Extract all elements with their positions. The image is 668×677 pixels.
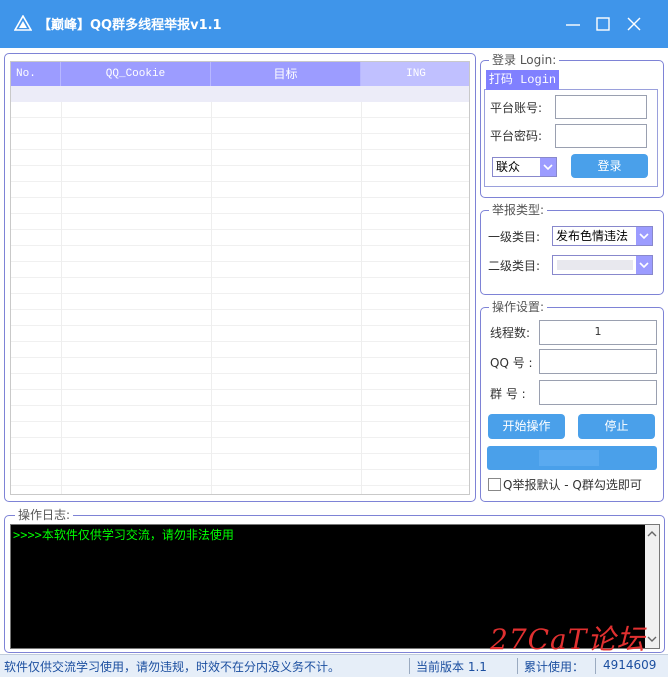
table-row[interactable] <box>11 86 469 102</box>
column-header-cookie[interactable]: QQ_Cookie <box>61 62 211 86</box>
column-header-no[interactable]: No. <box>11 62 61 86</box>
watermark-text: 27CaT论坛 <box>490 623 646 656</box>
default-report-checkbox[interactable] <box>488 478 501 491</box>
account-input[interactable] <box>555 95 647 119</box>
status-usage-count: 4914609 <box>603 658 657 672</box>
level1-selected-value: 发布色情违法 <box>556 229 629 243</box>
status-usage-label: 累计使用： <box>524 660 585 674</box>
chevron-down-icon[interactable] <box>540 158 556 176</box>
title-bar: 【巅峰】QQ群多线程举报v1.1 <box>0 0 668 48</box>
window-title: 【巅峰】QQ群多线程举报v1.1 <box>38 18 222 33</box>
column-header-ing[interactable]: ING <box>361 62 469 86</box>
qq-number-input[interactable] <box>539 349 657 374</box>
start-button[interactable]: 开始操作 <box>488 414 565 439</box>
platform-select[interactable]: 联众 <box>492 157 557 177</box>
forum-watermark: 27CaT论坛 <box>490 618 660 656</box>
chevron-down-icon[interactable] <box>636 256 652 274</box>
maximize-icon[interactable] <box>591 12 615 36</box>
report-type-title: 举报类型: <box>489 202 548 218</box>
password-label: 平台密码: <box>490 129 543 143</box>
login-group-title: 登录 Login: <box>489 52 560 68</box>
threads-label: 线程数: <box>490 326 531 340</box>
progress-bar <box>487 446 657 470</box>
level2-select[interactable] <box>552 255 653 275</box>
password-input[interactable] <box>555 124 647 148</box>
login-button[interactable]: 登录 <box>571 154 648 178</box>
status-separator <box>595 658 596 674</box>
progress-fill <box>539 450 599 466</box>
stop-button[interactable]: 停止 <box>578 414 655 439</box>
column-header-target[interactable]: 目标 <box>211 62 361 86</box>
level1-select[interactable]: 发布色情违法 <box>552 226 653 246</box>
report-type-group: 举报类型: <box>480 202 664 295</box>
status-separator <box>517 658 518 674</box>
group-number-label: 群 号 : <box>490 387 526 401</box>
status-bar: 软件仅供交流学习使用，请勿违规，时效不在分内没义务不计。 当前版本 1.1 累计… <box>0 654 668 677</box>
account-label: 平台账号: <box>490 101 543 115</box>
log-group-title: 操作日志: <box>15 507 74 523</box>
close-icon[interactable] <box>622 12 646 36</box>
status-separator <box>409 658 410 674</box>
operation-group-title: 操作设置: <box>489 299 548 315</box>
minimize-icon[interactable] <box>561 12 585 36</box>
threads-input[interactable]: 1 <box>539 320 657 345</box>
status-version: 当前版本 1.1 <box>416 660 487 674</box>
level2-placeholder-bar <box>557 260 633 270</box>
scroll-up-icon[interactable] <box>645 527 659 541</box>
status-disclaimer: 软件仅供交流学习使用，请勿违规，时效不在分内没义务不计。 <box>4 660 341 674</box>
table-body[interactable] <box>11 86 469 494</box>
group-number-input[interactable] <box>539 380 657 405</box>
log-line: >>>>本软件仅供学习交流，请勿非法使用 <box>13 528 234 542</box>
chevron-down-icon[interactable] <box>636 227 652 245</box>
platform-selected-value: 联众 <box>496 160 521 174</box>
table-header: No. QQ_Cookie 目标 ING <box>11 62 469 86</box>
qq-number-label: QQ 号 : <box>490 356 533 370</box>
app-logo-icon <box>14 15 32 31</box>
tab-captcha-login[interactable]: 打码 Login <box>486 70 559 90</box>
default-report-checkbox-label[interactable]: Q举报默认 - Q群勾选即可 <box>503 477 642 493</box>
task-table[interactable]: No. QQ_Cookie 目标 ING <box>10 61 470 495</box>
level1-label: 一级类目: <box>488 230 541 244</box>
level2-label: 二级类目: <box>488 259 541 273</box>
